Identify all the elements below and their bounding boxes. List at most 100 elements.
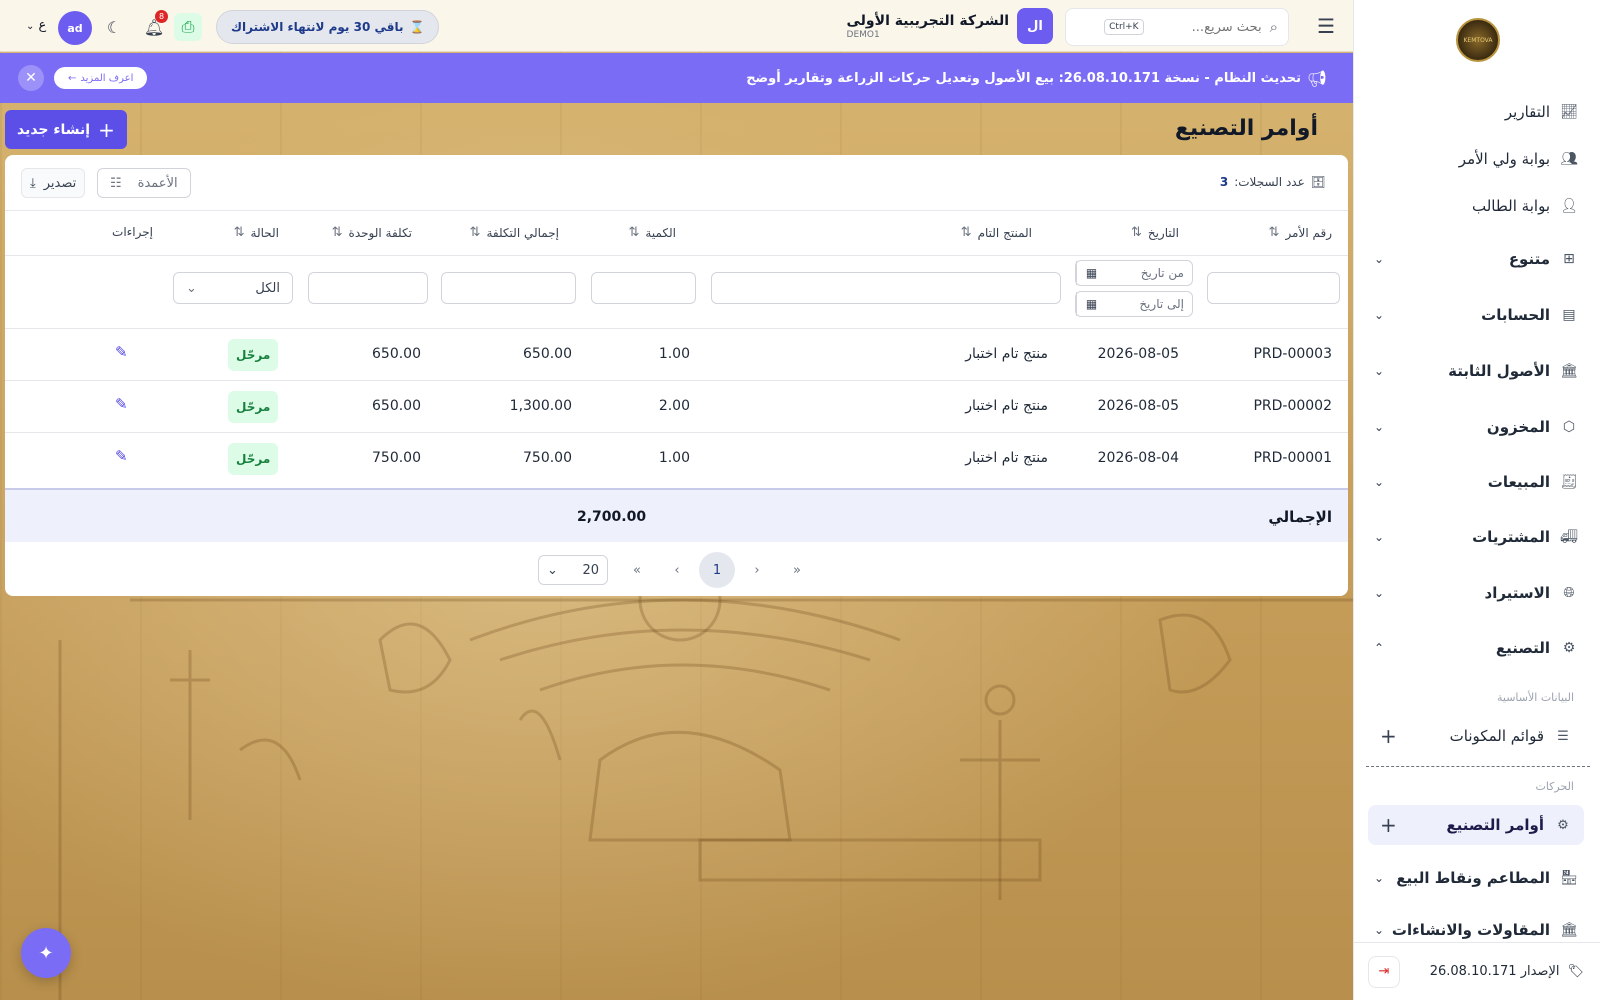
sidebar-item-student-portal[interactable]: 👤︎ بوابة الطالب <box>1374 191 1578 221</box>
page-size-select[interactable]: 20 ⌄ <box>538 555 608 585</box>
announcement-bar: 📢︎ تحديث النظام - نسخة 26.08.10.171: بيع… <box>0 53 1353 103</box>
cell-qty: 2.00 <box>658 398 690 414</box>
filter-product[interactable] <box>711 272 1061 304</box>
sidebar-group-label: الحسابات <box>1481 306 1550 324</box>
ai-assistant-button[interactable]: ✦ <box>21 928 71 978</box>
cell-order-no: PRD-00002 <box>1253 398 1332 414</box>
search-box[interactable]: ⌕ Ctrl+K <box>1065 8 1289 46</box>
sidebar-group-misc[interactable]: ⊞ متنوع ⌄ <box>1374 244 1578 274</box>
header-status[interactable]: الحالة ⇅ <box>234 225 279 240</box>
pagination: « ‹ 1 › » 20 ⌄ <box>5 552 1348 588</box>
logo-text: KEMTOVA <box>1463 36 1493 44</box>
logout-icon: ⇥ <box>1378 964 1390 979</box>
company-avatar: ال <box>1017 8 1053 44</box>
next-page-button[interactable]: › <box>659 552 695 588</box>
header-qty-label: الكمية <box>645 225 676 240</box>
last-page-button[interactable]: » <box>619 552 655 588</box>
table-row[interactable]: PRD-00001 2026-08-04 منتج تام اختبار 1.0… <box>5 433 1348 485</box>
calendar-icon[interactable]: ▦ <box>1076 292 1106 316</box>
logout-button[interactable]: ⇥ <box>1368 955 1400 988</box>
tag-icon: 🏷︎ <box>1567 964 1584 979</box>
create-new-button[interactable]: + إنشاء جديد <box>5 110 127 149</box>
header-total-cost[interactable]: إجمالي التكلفة ⇅ <box>470 225 559 240</box>
sidebar-group-restaurants[interactable]: 🏪︎ المطاعم ونقاط البيع ⌄ <box>1374 863 1578 893</box>
chevron-down-icon: ⌄ <box>1374 308 1385 322</box>
sidebar-item-bom[interactable]: ☰ قوائم المكونات + <box>1368 716 1584 756</box>
filter-qty[interactable] <box>591 272 696 304</box>
close-announcement-button[interactable]: ✕ <box>18 65 44 91</box>
columns-button[interactable]: الأعمدة ☷ <box>97 168 191 198</box>
sidebar-group-fixed-assets[interactable]: 🏛︎ الأصول الثابتة ⌄ <box>1374 356 1578 386</box>
header-order-no[interactable]: رقم الأمر ⇅ <box>1269 225 1332 240</box>
export-button[interactable]: تصدير ⤓ <box>21 168 86 198</box>
app-logo[interactable]: KEMTOVA <box>1456 18 1500 62</box>
sidebar-group-accounts[interactable]: ▤ الحسابات ⌄ <box>1374 300 1578 330</box>
header-actions-label: إجراءات <box>112 225 153 239</box>
header-unit-cost[interactable]: تكلفة الوحدة ⇅ <box>332 225 412 240</box>
building-icon: 🏛︎ <box>1560 922 1578 938</box>
chevron-down-icon: ⌄ <box>1374 364 1385 378</box>
sort-icon: ⇅ <box>1130 225 1142 240</box>
filter-unit-cost[interactable] <box>308 272 428 304</box>
filter-to-date[interactable]: إلى تاريخ ▦ <box>1075 291 1193 317</box>
cell-total-cost: 650.00 <box>523 346 572 362</box>
list-icon: ☰ <box>1557 728 1569 744</box>
page-1-button[interactable]: 1 <box>699 552 735 588</box>
company-switcher[interactable]: ال الشركة التجريبية الأولى DEMO1 <box>847 8 1053 44</box>
top-header: ☰ ⌕ Ctrl+K ال الشركة التجريبية الأولى DE… <box>0 0 1353 52</box>
sidebar-group-manufacturing[interactable]: ⚙︎ التصنيع ⌃ <box>1374 633 1578 663</box>
sidebar-item-manufacturing-orders[interactable]: ⚙︎ أوامر التصنيع + <box>1368 805 1584 845</box>
app-version: الإصدار 26.08.10.171 <box>1429 964 1560 979</box>
company-name: الشركة التجريبية الأولى <box>846 13 1009 29</box>
table-row[interactable]: PRD-00003 2026-08-05 منتج تام اختبار 1.0… <box>5 329 1348 381</box>
notifications-button[interactable]: 🔔︎ 8 <box>140 10 168 41</box>
chevron-down-icon: ⌄ <box>547 562 558 578</box>
print-button[interactable]: ⎙ <box>174 13 202 41</box>
grid-icon: ⊞ <box>1563 251 1575 267</box>
header-qty[interactable]: الكمية ⇅ <box>628 225 676 240</box>
sidebar-group-purchases[interactable]: 🚚︎ المشتريات ⌄ <box>1374 522 1578 552</box>
sidebar-item-parent-portal[interactable]: 👥︎ بوابة ولي الأمر <box>1374 144 1578 174</box>
sidebar-item-reports[interactable]: 📈︎ التقارير <box>1374 97 1578 127</box>
sliders-icon: ☷ <box>110 175 122 191</box>
table-row[interactable]: PRD-00002 2026-08-05 منتج تام اختبار 2.0… <box>5 381 1348 433</box>
menu-icon[interactable]: ☰ <box>1317 14 1335 38</box>
search-icon: ⌕ <box>1269 18 1278 36</box>
edit-icon[interactable]: ✎ <box>115 343 128 361</box>
header-product[interactable]: المنتج التام ⇅ <box>961 225 1032 240</box>
sidebar-item-label: التقارير <box>1504 103 1550 121</box>
header-date[interactable]: التاريخ ⇅ <box>1131 225 1179 240</box>
calendar-icon[interactable]: ▦ <box>1076 261 1106 285</box>
add-order-button[interactable]: + <box>1380 813 1397 837</box>
prev-page-button[interactable]: ‹ <box>739 552 775 588</box>
sort-icon: ⇅ <box>469 225 481 240</box>
cell-total-cost: 1,300.00 <box>509 398 572 414</box>
sidebar-group-import[interactable]: 🌐︎ الاستيراد ⌄ <box>1374 578 1578 608</box>
edit-icon[interactable]: ✎ <box>115 395 128 413</box>
edit-icon[interactable]: ✎ <box>115 447 128 465</box>
sidebar-group-contracting[interactable]: 🏛︎ المقاولات والانشاءات ⌄ <box>1374 918 1578 942</box>
chevron-down-icon: ⌄ <box>26 21 35 32</box>
subscription-badge[interactable]: ⌛ باقي 30 يوم لانتهاء الاشتراك <box>216 10 440 44</box>
chevron-down-icon: ⌄ <box>1374 586 1385 600</box>
learn-more-button[interactable]: اعرف المزيد ← <box>54 67 148 89</box>
close-icon: ✕ <box>25 70 37 86</box>
search-input[interactable] <box>1151 19 1262 35</box>
sidebar-group-sales[interactable]: 🧾︎ المبيعات ⌄ <box>1374 467 1578 497</box>
theme-toggle[interactable]: ☾ <box>100 13 128 41</box>
user-avatar[interactable]: ad <box>58 11 92 45</box>
cell-product: منتج تام اختبار <box>965 346 1048 362</box>
page-title: أوامر التصنيع <box>1174 116 1318 141</box>
filter-status-select[interactable]: الكل ⌄ <box>173 272 293 304</box>
filter-order-no[interactable] <box>1207 272 1340 304</box>
sidebar-group-inventory[interactable]: ⬡ المخزون ⌄ <box>1374 412 1578 442</box>
language-switcher[interactable]: ع ⌄ <box>26 18 46 33</box>
add-bom-button[interactable]: + <box>1380 724 1397 748</box>
filter-total-cost[interactable] <box>441 272 576 304</box>
header-product-label: المنتج التام <box>977 225 1032 240</box>
first-page-button[interactable]: « <box>779 552 815 588</box>
page-size-value: 20 <box>582 562 599 578</box>
store-icon: 🏪︎ <box>1560 870 1578 886</box>
filter-from-date[interactable]: من تاريخ ▦ <box>1075 260 1193 286</box>
cell-order-no: PRD-00003 <box>1253 346 1332 362</box>
